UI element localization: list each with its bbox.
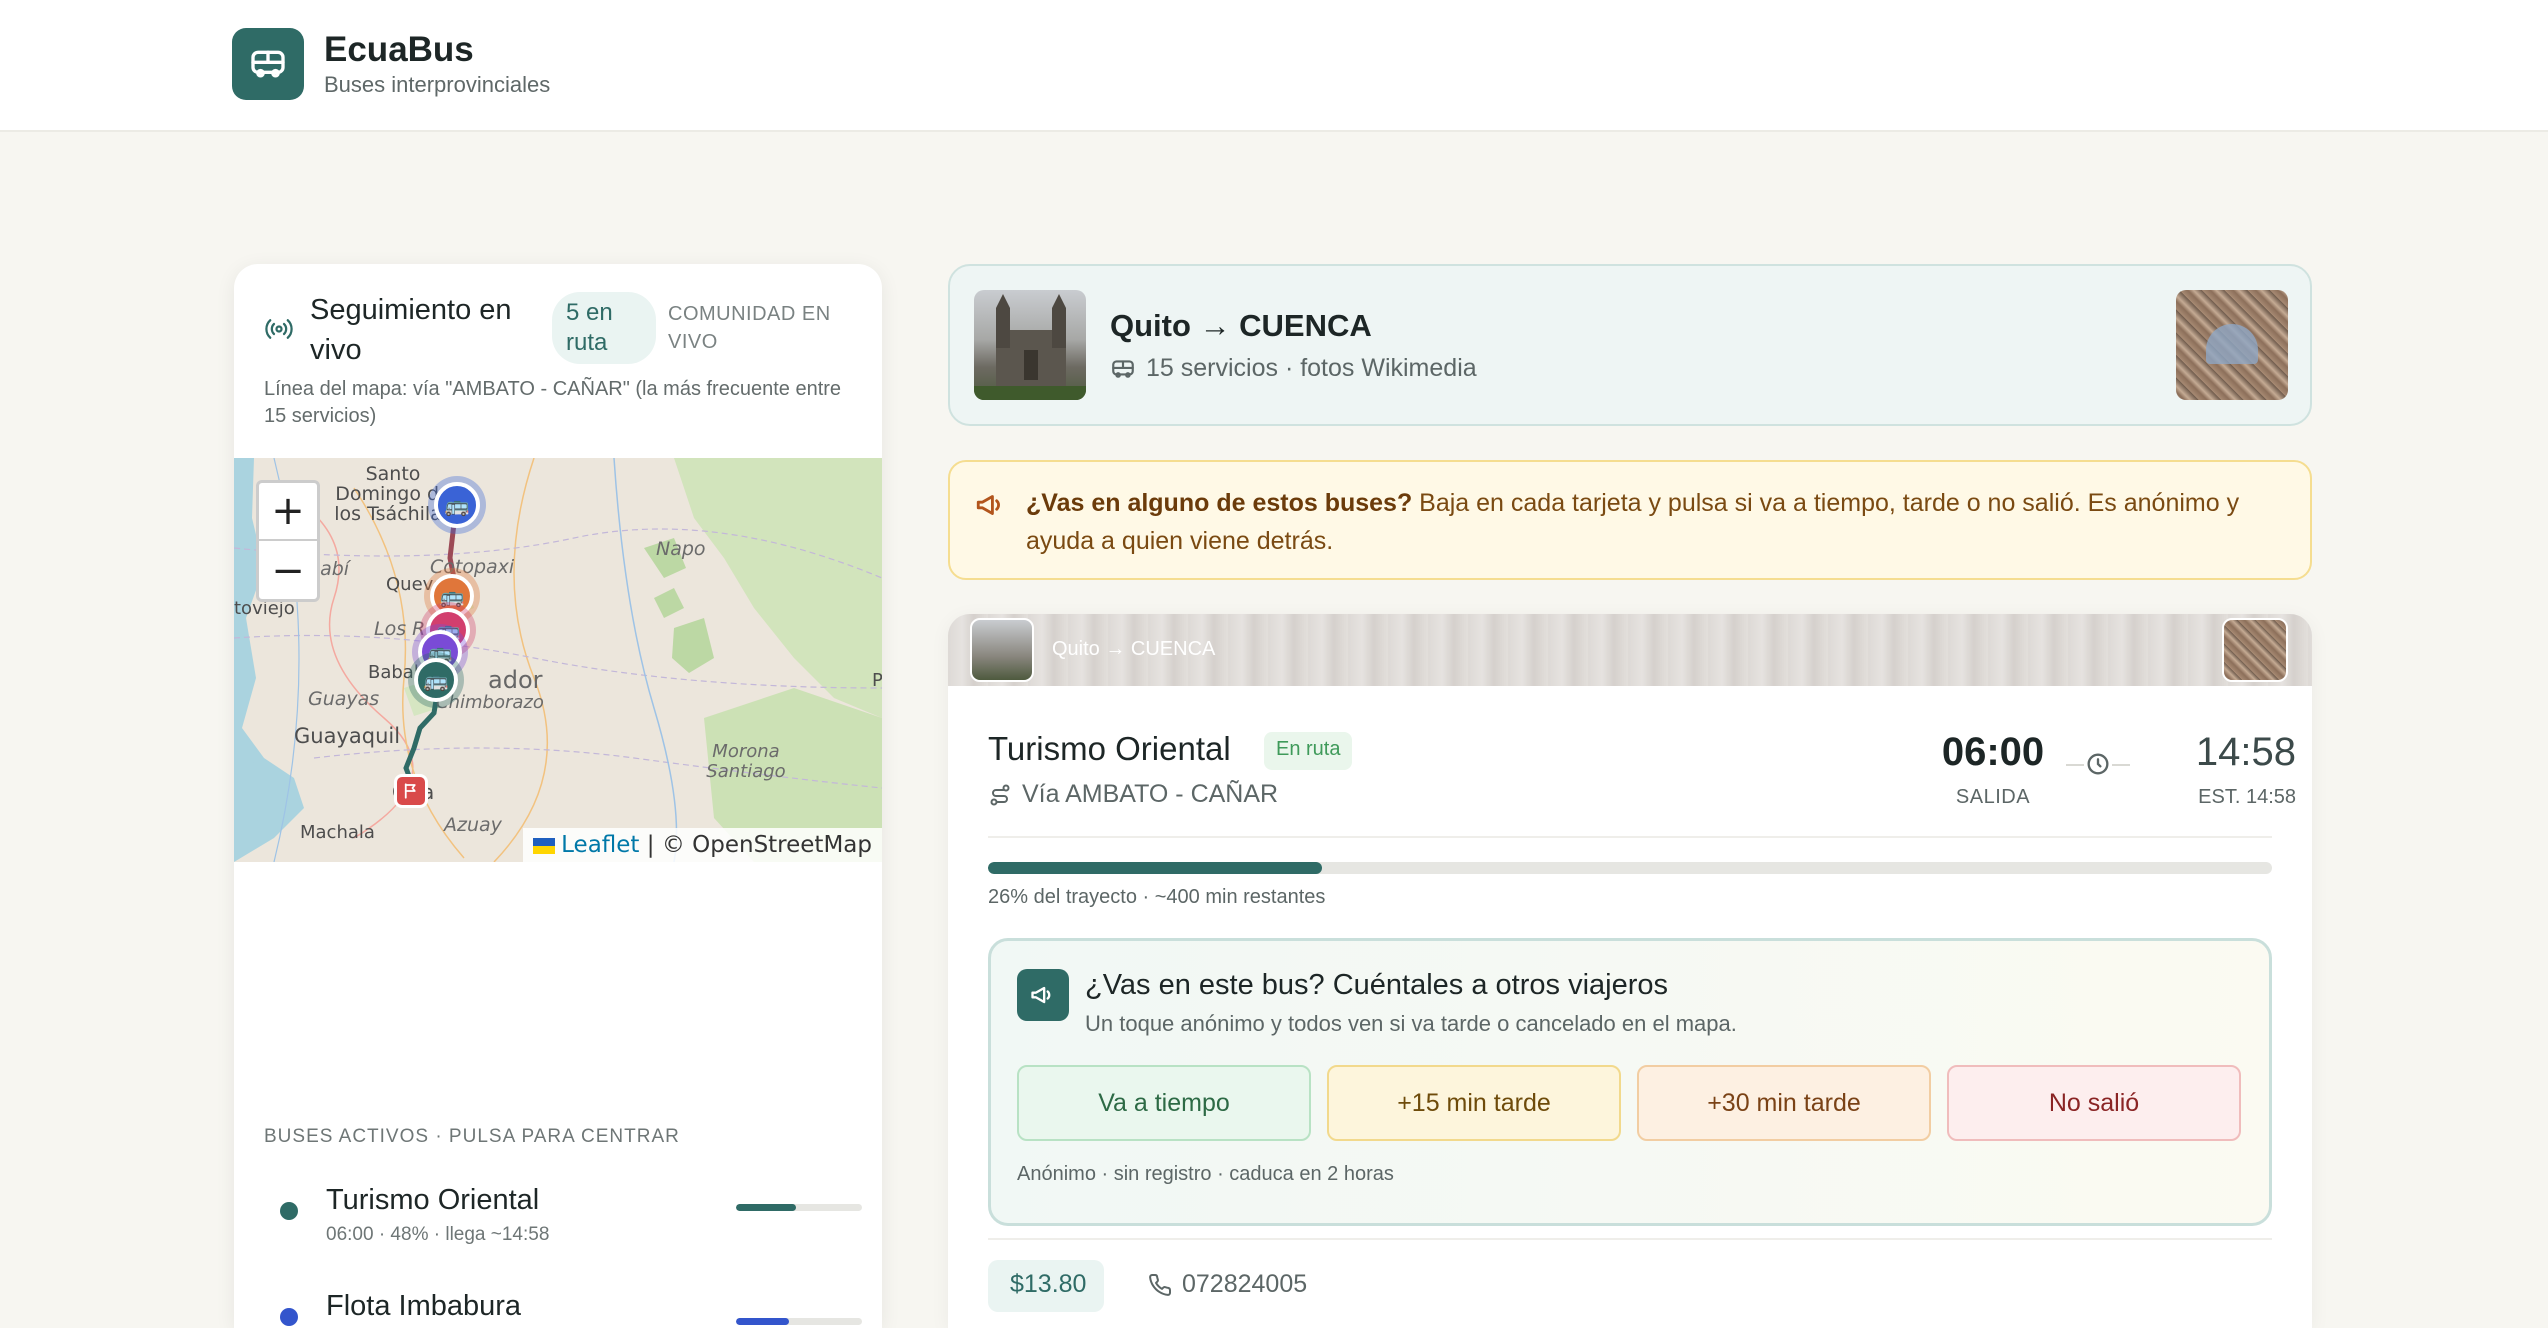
app-logo[interactable]	[232, 28, 304, 100]
report-30-min-late-button[interactable]: +30 min tarde	[1637, 1065, 1931, 1141]
trip-banner: Quito → CUENCA	[948, 614, 2312, 686]
divider	[988, 1238, 2272, 1240]
ukraine-flag-icon	[533, 837, 556, 854]
departure-time: 06:00	[1941, 730, 2045, 774]
route-meta: 15 servicios · fotos Wikimedia	[1110, 354, 1477, 383]
destination-marker[interactable]	[394, 774, 428, 808]
clock-icon	[2084, 750, 2112, 778]
leaflet-link[interactable]: Leaflet	[561, 832, 639, 858]
live-tracking-panel: Seguimiento en vivo 5 en ruta COMUNIDAD …	[234, 264, 882, 1328]
bus-icon	[1112, 359, 1134, 378]
trip-progress-fill	[988, 862, 1322, 874]
report-not-departed-button[interactable]: No salió	[1947, 1065, 2241, 1141]
report-15-min-late-button[interactable]: +15 min tarde	[1327, 1065, 1621, 1141]
map-label-guayaquil: Guayaquil	[294, 724, 401, 748]
megaphone-icon	[976, 495, 1000, 515]
phone-number: 072824005	[1182, 1270, 1308, 1298]
route-meta-text: 15 servicios · fotos Wikimedia	[1146, 354, 1477, 382]
banner-route-text: Quito → CUENCA	[1052, 638, 1216, 660]
status-badge: En ruta	[1264, 732, 1353, 770]
report-subtitle: Un toque anónimo y todos ven si va tarde…	[1085, 1011, 1737, 1036]
trip-progress-text: 26% del trayecto · ~400 min restantes	[988, 886, 1326, 908]
cuenca-domes	[2206, 324, 2258, 364]
map-label-napo: Napo	[656, 538, 706, 560]
bus-icon	[251, 50, 285, 78]
map-label-morona-santiago: Morona Santiago	[706, 741, 786, 782]
trip-progress-bar	[988, 862, 2272, 874]
report-panel: ¿Vas en este bus? Cuéntales a otros viaj…	[988, 938, 2272, 1226]
basilica-silhouette-icon	[974, 294, 1086, 400]
route-title: Quito → CUENCA	[1110, 308, 1372, 343]
bus-color-dot	[280, 1202, 298, 1220]
price-value: $13.80	[1010, 1270, 1087, 1298]
phone-contact[interactable]: 072824005	[1148, 1270, 1307, 1299]
report-title: ¿Vas en este bus? Cuéntales a otros viaj…	[1085, 969, 1669, 1001]
alert-text: ¿Vas en alguno de estos buses? Baja en c…	[1026, 484, 2286, 560]
app-header: EcuaBus Buses interprovinciales	[0, 0, 2548, 132]
arrival-label: EST. 14:58	[2198, 786, 2296, 808]
app-title: EcuaBus	[324, 30, 474, 69]
map-label-chimborazo: Chimborazo	[436, 692, 544, 713]
route-summary-card: Quito → CUENCA 15 servicios · fotos Wiki…	[948, 264, 2312, 426]
route-map[interactable]: Santo Domingo de los Tsáchilas Napo Mana…	[234, 458, 882, 862]
osm-attribution[interactable]: | © OpenStreetMap	[639, 832, 872, 858]
bus-marker-blue[interactable]: 🚌	[434, 482, 480, 528]
zoom-control: + −	[256, 480, 320, 602]
bus-name: Flota Imbabura	[326, 1290, 522, 1322]
banner-cuenca-thumb	[2222, 618, 2288, 682]
bus-progress-bar	[736, 1204, 862, 1211]
banner-quito-thumb	[970, 618, 1034, 682]
broadcast-icon	[265, 319, 293, 339]
bus-progress-fill	[736, 1204, 797, 1211]
map-label-guayas: Guayas	[308, 688, 380, 710]
app-subtitle: Buses interprovinciales	[324, 72, 551, 97]
map-attribution: Leaflet | © OpenStreetMap	[523, 828, 882, 862]
alert-bold: ¿Vas en alguno de estos buses?	[1026, 489, 1413, 517]
bus-meta: 06:00 · 48% · llega ~14:58	[326, 1224, 550, 1245]
active-bus-item[interactable]: Turismo Oriental 06:00 · 48% · llega ~14…	[264, 1184, 862, 1254]
bus-color-dot	[280, 1308, 298, 1326]
duration-indicator	[2066, 748, 2130, 780]
arrival-time: 14:58	[2195, 730, 2296, 774]
active-buses-header: BUSES ACTIVOS · PULSA PARA CENTRAR	[264, 1126, 680, 1147]
departure-label: SALIDA	[1955, 786, 2031, 808]
megaphone-icon	[1031, 986, 1051, 1004]
active-bus-item[interactable]: Flota Imbabura	[264, 1290, 862, 1328]
live-tracking-title: Seguimiento en vivo	[310, 294, 512, 366]
zoom-in-button[interactable]: +	[259, 483, 317, 541]
price-badge: $13.80	[988, 1260, 1105, 1312]
map-label-pastaza: P	[872, 670, 882, 691]
company-name: Turismo Oriental	[988, 730, 1231, 767]
report-on-time-button[interactable]: Va a tiempo	[1017, 1065, 1311, 1141]
report-footer: Anónimo · sin registro · caduca en 2 hor…	[1017, 1163, 1394, 1185]
flag-icon	[404, 783, 416, 799]
quito-photo	[974, 290, 1086, 400]
bus-progress-bar	[736, 1318, 862, 1325]
bus-progress-fill	[736, 1318, 789, 1325]
bus-marker-teal[interactable]: 🚌	[414, 658, 458, 702]
cuenca-photo	[2176, 290, 2288, 400]
trip-card[interactable]: Quito → CUENCA Turismo Oriental En ruta …	[948, 614, 2312, 1328]
map-line-note: Línea del mapa: vía "AMBATO - CAÑAR" (la…	[264, 378, 842, 427]
route-icon	[990, 784, 1010, 805]
map-label-ecuador: ador	[488, 666, 543, 694]
bus-name: Turismo Oriental	[326, 1184, 540, 1216]
phone-icon	[1149, 1273, 1172, 1296]
map-label-machala: Machala	[300, 822, 375, 843]
zoom-out-button[interactable]: −	[259, 542, 317, 600]
map-label-azuay: Azuay	[444, 814, 502, 836]
buses-en-ruta-badge: 5 en ruta	[552, 292, 656, 364]
via-text: Vía AMBATO - CAÑAR	[1022, 780, 1279, 808]
route-via: Vía AMBATO - CAÑAR	[988, 780, 1278, 809]
report-icon-box	[1017, 969, 1069, 1021]
community-live-label: COMUNIDAD EN VIVO	[668, 303, 831, 353]
divider	[988, 836, 2272, 838]
community-alert: ¿Vas en alguno de estos buses? Baja en c…	[948, 460, 2312, 580]
